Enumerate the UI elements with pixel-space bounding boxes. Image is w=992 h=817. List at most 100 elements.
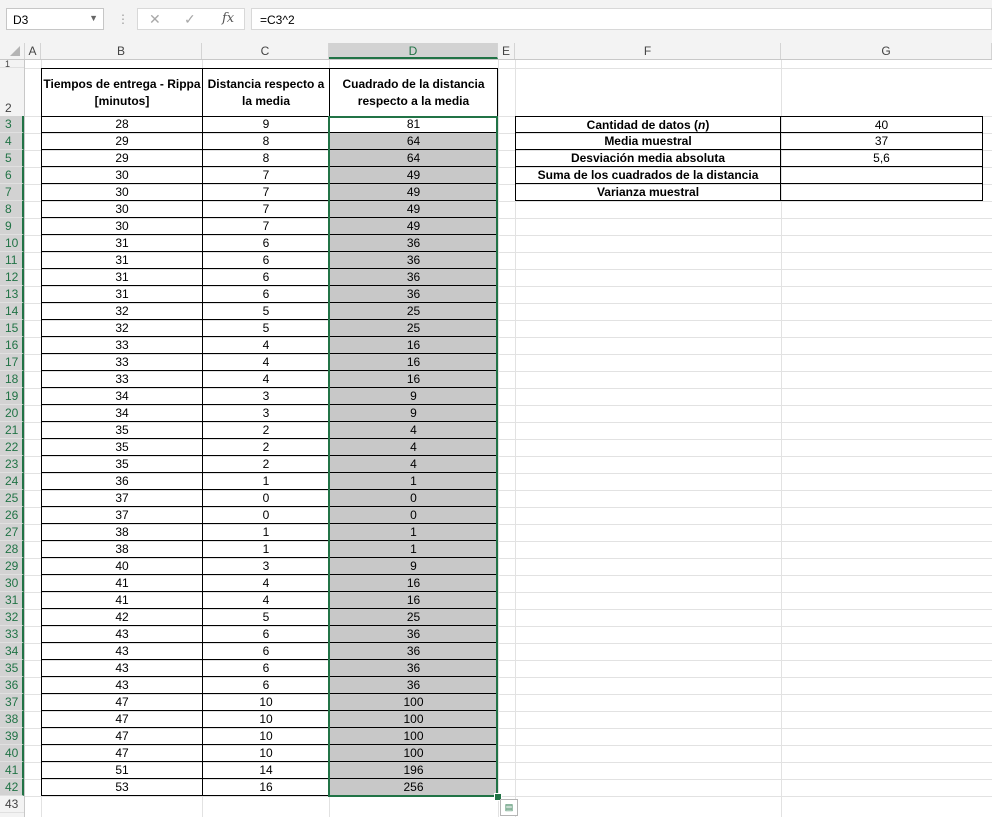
cell-distancia[interactable]: 0 [202, 507, 329, 524]
cell-distancia[interactable]: 4 [202, 575, 329, 592]
cell-distancia[interactable]: 3 [202, 388, 329, 405]
cell-cuadrado[interactable]: 16 [329, 575, 498, 592]
cell-distancia[interactable]: 4 [202, 337, 329, 354]
cell-tiempo[interactable]: 42 [41, 609, 202, 626]
cell-tiempo[interactable]: 31 [41, 269, 202, 286]
cell-distancia[interactable]: 6 [202, 643, 329, 660]
row-header[interactable]: 14 [0, 303, 24, 320]
cell-tiempo[interactable]: 30 [41, 218, 202, 235]
cell-tiempo[interactable]: 31 [41, 286, 202, 303]
cell-cuadrado[interactable]: 36 [329, 643, 498, 660]
cell-cuadrado[interactable]: 9 [329, 405, 498, 422]
row-header[interactable]: 5 [0, 150, 24, 167]
header-distancia[interactable]: Distancia respecto a la media [202, 68, 329, 117]
cell-tiempo[interactable]: 35 [41, 439, 202, 456]
cell-distancia[interactable]: 6 [202, 252, 329, 269]
column-header-g[interactable]: G [781, 43, 992, 59]
summary-label[interactable]: Media muestral [515, 133, 781, 150]
cell-cuadrado[interactable]: 4 [329, 439, 498, 456]
cell-distancia[interactable]: 5 [202, 320, 329, 337]
cell-tiempo[interactable]: 29 [41, 133, 202, 150]
cell-cuadrado[interactable]: 100 [329, 728, 498, 745]
summary-label[interactable]: Cantidad de datos (n) [515, 116, 781, 133]
name-box[interactable]: D3 ▼ [6, 8, 104, 30]
cell-distancia[interactable]: 9 [202, 116, 329, 133]
row-header[interactable]: 36 [0, 677, 24, 694]
row-header[interactable]: 2 [0, 68, 24, 117]
cell-distancia[interactable]: 10 [202, 711, 329, 728]
summary-label[interactable]: Desviación media absoluta [515, 150, 781, 167]
cell-tiempo[interactable]: 47 [41, 711, 202, 728]
column-header-d[interactable]: D [329, 43, 498, 59]
select-all-triangle-icon[interactable] [10, 46, 20, 56]
cell-distancia[interactable]: 3 [202, 405, 329, 422]
cell-cuadrado[interactable]: 4 [329, 456, 498, 473]
cell-cuadrado[interactable]: 1 [329, 541, 498, 558]
cell-cuadrado[interactable]: 49 [329, 184, 498, 201]
row-header[interactable]: 18 [0, 371, 24, 388]
row-header[interactable]: 27 [0, 524, 24, 541]
summary-value[interactable]: 40 [780, 116, 983, 133]
row-header[interactable]: 16 [0, 337, 24, 354]
column-header-b[interactable]: B [41, 43, 202, 59]
cell-tiempo[interactable]: 47 [41, 694, 202, 711]
cell-distancia[interactable]: 6 [202, 677, 329, 694]
cell-distancia[interactable]: 4 [202, 592, 329, 609]
cell-cuadrado[interactable]: 81 [329, 116, 498, 133]
summary-label[interactable]: Suma de los cuadrados de la distancia [515, 167, 781, 184]
row-header[interactable]: 34 [0, 643, 24, 660]
cell-distancia[interactable]: 2 [202, 439, 329, 456]
cell-cuadrado[interactable]: 100 [329, 745, 498, 762]
cell-tiempo[interactable]: 36 [41, 473, 202, 490]
summary-label[interactable]: Varianza muestral [515, 184, 781, 201]
cell-distancia[interactable]: 3 [202, 558, 329, 575]
row-header[interactable]: 15 [0, 320, 24, 337]
cell-cuadrado[interactable]: 1 [329, 473, 498, 490]
row-header[interactable]: 7 [0, 184, 24, 201]
cancel-icon[interactable]: ✕ [149, 11, 161, 28]
cell-distancia[interactable]: 1 [202, 541, 329, 558]
row-header[interactable]: 11 [0, 252, 24, 269]
cell-cuadrado[interactable]: 36 [329, 269, 498, 286]
cell-distancia[interactable]: 14 [202, 762, 329, 779]
row-header[interactable]: 38 [0, 711, 24, 728]
enter-icon[interactable]: ✓ [184, 11, 196, 28]
cell-cuadrado[interactable]: 16 [329, 592, 498, 609]
cell-tiempo[interactable]: 35 [41, 456, 202, 473]
cell-distancia[interactable]: 7 [202, 184, 329, 201]
row-header[interactable]: 42 [0, 779, 24, 796]
summary-value[interactable] [780, 184, 983, 201]
cell-distancia[interactable]: 6 [202, 286, 329, 303]
cell-tiempo[interactable]: 53 [41, 779, 202, 796]
row-header[interactable]: 28 [0, 541, 24, 558]
cell-cuadrado[interactable]: 16 [329, 337, 498, 354]
row-header[interactable]: 29 [0, 558, 24, 575]
row-header[interactable]: 26 [0, 507, 24, 524]
row-header[interactable]: 17 [0, 354, 24, 371]
column-header-f[interactable]: F [515, 43, 781, 59]
cell-tiempo[interactable]: 28 [41, 116, 202, 133]
cell-distancia[interactable]: 5 [202, 609, 329, 626]
row-header[interactable]: 25 [0, 490, 24, 507]
cell-distancia[interactable]: 6 [202, 660, 329, 677]
row-header[interactable]: 30 [0, 575, 24, 592]
row-header[interactable]: 9 [0, 218, 24, 235]
row-header[interactable]: 35 [0, 660, 24, 677]
cell-distancia[interactable]: 8 [202, 150, 329, 167]
cell-distancia[interactable]: 7 [202, 167, 329, 184]
function-icon[interactable]: fx [222, 11, 234, 26]
cell-distancia[interactable]: 4 [202, 371, 329, 388]
row-header[interactable]: 19 [0, 388, 24, 405]
row-header[interactable]: 8 [0, 201, 24, 218]
cell-tiempo[interactable]: 43 [41, 626, 202, 643]
cell-cuadrado[interactable]: 49 [329, 201, 498, 218]
cell-cuadrado[interactable]: 9 [329, 388, 498, 405]
cell-cuadrado[interactable]: 36 [329, 660, 498, 677]
row-header[interactable]: 24 [0, 473, 24, 490]
cell-tiempo[interactable]: 37 [41, 490, 202, 507]
cell-cuadrado[interactable]: 0 [329, 507, 498, 524]
cell-distancia[interactable]: 2 [202, 422, 329, 439]
row-header[interactable]: 41 [0, 762, 24, 779]
cell-tiempo[interactable]: 38 [41, 541, 202, 558]
cell-distancia[interactable]: 8 [202, 133, 329, 150]
